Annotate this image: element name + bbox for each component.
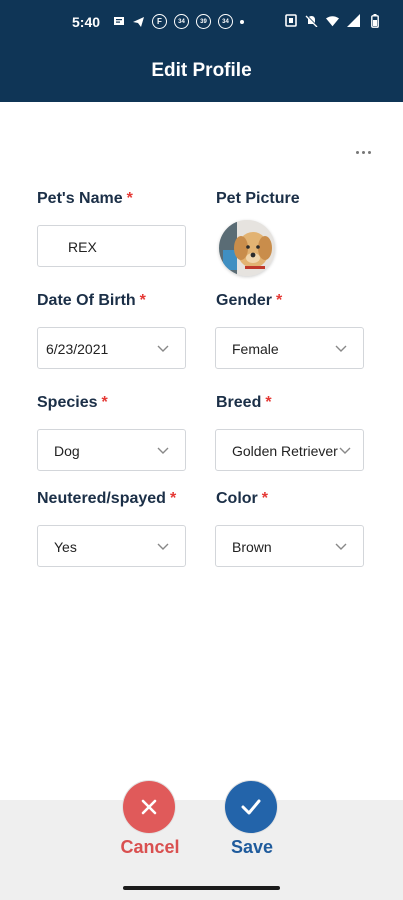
- chevron-down-icon: [335, 543, 347, 550]
- species-select[interactable]: Dog: [37, 429, 186, 471]
- gender-label: Gender *: [216, 292, 282, 310]
- wifi-icon: [326, 14, 339, 27]
- more-options-icon[interactable]: [356, 144, 374, 160]
- species-label-text: Species: [37, 394, 98, 411]
- required-mark: *: [169, 490, 177, 507]
- message-icon: [112, 15, 125, 28]
- color-select[interactable]: Brown: [215, 525, 364, 567]
- required-mark: *: [276, 292, 283, 309]
- color-label: Color *: [216, 490, 268, 508]
- gender-select[interactable]: Female: [215, 327, 364, 369]
- required-mark: *: [139, 292, 146, 309]
- breed-label: Breed *: [216, 394, 272, 412]
- app-badge-icon: F: [152, 14, 167, 29]
- dob-label: Date Of Birth *: [37, 292, 146, 310]
- pet-picture-label: Pet Picture: [216, 190, 300, 207]
- neutered-select[interactable]: Yes: [37, 525, 186, 567]
- system-icons: [284, 13, 381, 28]
- pet-name-label-text: Pet's Name: [37, 190, 123, 207]
- required-mark: *: [261, 490, 269, 507]
- required-mark: *: [101, 394, 108, 411]
- neutered-label: Neutered/spayed *: [37, 490, 176, 508]
- pet-picture-avatar[interactable]: [219, 220, 275, 276]
- home-indicator[interactable]: [123, 886, 280, 890]
- gender-label-text: Gender: [216, 292, 273, 309]
- chevron-down-icon: [339, 447, 351, 454]
- cancel-button[interactable]: [123, 781, 175, 833]
- required-mark: *: [265, 394, 272, 411]
- status-bar: 5:40 F 34 39 34: [0, 0, 403, 46]
- mute-icon: [305, 14, 318, 27]
- notification-icons: F 34 39 34: [112, 14, 244, 29]
- breed-label-text: Breed: [216, 394, 262, 411]
- gender-value: Female: [232, 341, 279, 357]
- badge-34b-icon: 34: [218, 14, 233, 29]
- bottom-action-bar: [0, 800, 403, 900]
- signal-icon: [347, 14, 360, 27]
- more-notifications-dot: [240, 19, 244, 24]
- chevron-down-icon: [157, 447, 169, 454]
- cancel-label[interactable]: Cancel: [110, 837, 190, 858]
- species-label: Species *: [37, 394, 108, 412]
- dob-select[interactable]: 6/23/2021: [37, 327, 186, 369]
- breed-value: Golden Retriever: [232, 443, 338, 459]
- page-title: Edit Profile: [151, 60, 252, 81]
- dob-value: 6/23/2021: [46, 341, 109, 357]
- save-button[interactable]: [225, 781, 277, 833]
- pet-name-input[interactable]: REX: [37, 225, 186, 267]
- neutered-label-text: Neutered/spayed: [37, 490, 166, 507]
- badge-39-icon: 39: [196, 14, 211, 29]
- required-mark: *: [126, 190, 133, 207]
- color-value: Brown: [232, 539, 272, 555]
- chevron-down-icon: [157, 543, 169, 550]
- check-icon: [241, 799, 261, 815]
- breed-select[interactable]: Golden Retriever: [215, 429, 364, 471]
- status-time: 5:40: [72, 14, 101, 30]
- app-header: 5:40 F 34 39 34 Edit Profile: [0, 0, 403, 102]
- badge-34-icon: 34: [174, 14, 189, 29]
- neutered-value: Yes: [54, 539, 77, 555]
- nfc-icon: [284, 14, 297, 27]
- pet-name-label: Pet's Name *: [37, 190, 133, 208]
- species-value: Dog: [54, 443, 80, 459]
- color-label-text: Color: [216, 490, 258, 507]
- dob-label-text: Date Of Birth: [37, 292, 136, 309]
- close-icon: [141, 799, 157, 815]
- send-icon: [132, 15, 145, 28]
- dog-photo-image: [219, 220, 275, 276]
- battery-icon: [368, 13, 381, 28]
- chevron-down-icon: [157, 345, 169, 352]
- pet-name-value: REX: [68, 239, 97, 255]
- save-label[interactable]: Save: [212, 837, 292, 858]
- chevron-down-icon: [335, 345, 347, 352]
